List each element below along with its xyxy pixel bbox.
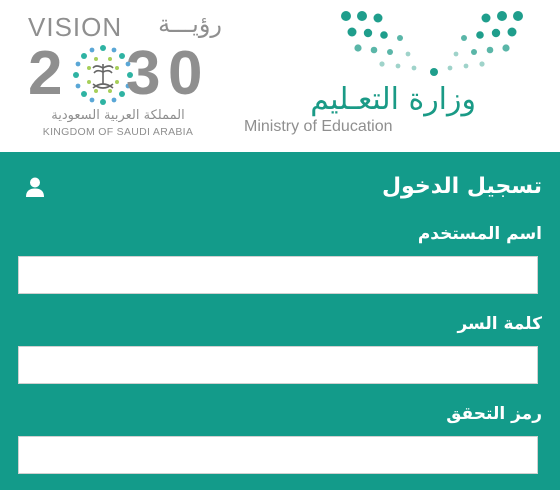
palm-swords-emblem-icon (73, 45, 133, 105)
vision-2030-logo: VISION رؤيـــة 2 3 0 المملكة العربية الس… (28, 10, 228, 140)
year-digit-0: 0 (168, 39, 203, 108)
year-digit-2: 2 (28, 39, 63, 108)
ministry-name-arabic: وزارة التعـليم (310, 82, 476, 117)
vision-word-arabic: رؤيـــة (158, 10, 222, 38)
username-label: اسم المستخدم (417, 224, 542, 244)
vision-year: 2 3 0 (28, 38, 228, 110)
captcha-label: رمز التحقق (446, 404, 542, 424)
header: VISION رؤيـــة 2 3 0 المملكة العربية الس… (0, 0, 560, 152)
password-label: كلمة السر (457, 314, 542, 334)
vision-subtitle-english: KINGDOM OF SAUDI ARABIA (42, 126, 194, 138)
login-panel: تسجيل الدخول اسم المستخدم كلمة السر رمز … (0, 152, 560, 490)
login-title: تسجيل الدخول (381, 174, 542, 199)
year-digit-3: 3 (126, 39, 161, 108)
password-input[interactable] (18, 346, 538, 384)
captcha-input[interactable] (18, 436, 538, 474)
dot-pattern-logo-icon (341, 11, 523, 76)
vision-subtitle-arabic: المملكة العربية السعودية (51, 108, 185, 123)
username-input[interactable] (18, 256, 538, 294)
ministry-name-english: Ministry of Education (244, 118, 393, 135)
ministry-of-education-logo: وزارة التعـليم Ministry of Education (236, 8, 536, 144)
user-icon (26, 177, 44, 197)
